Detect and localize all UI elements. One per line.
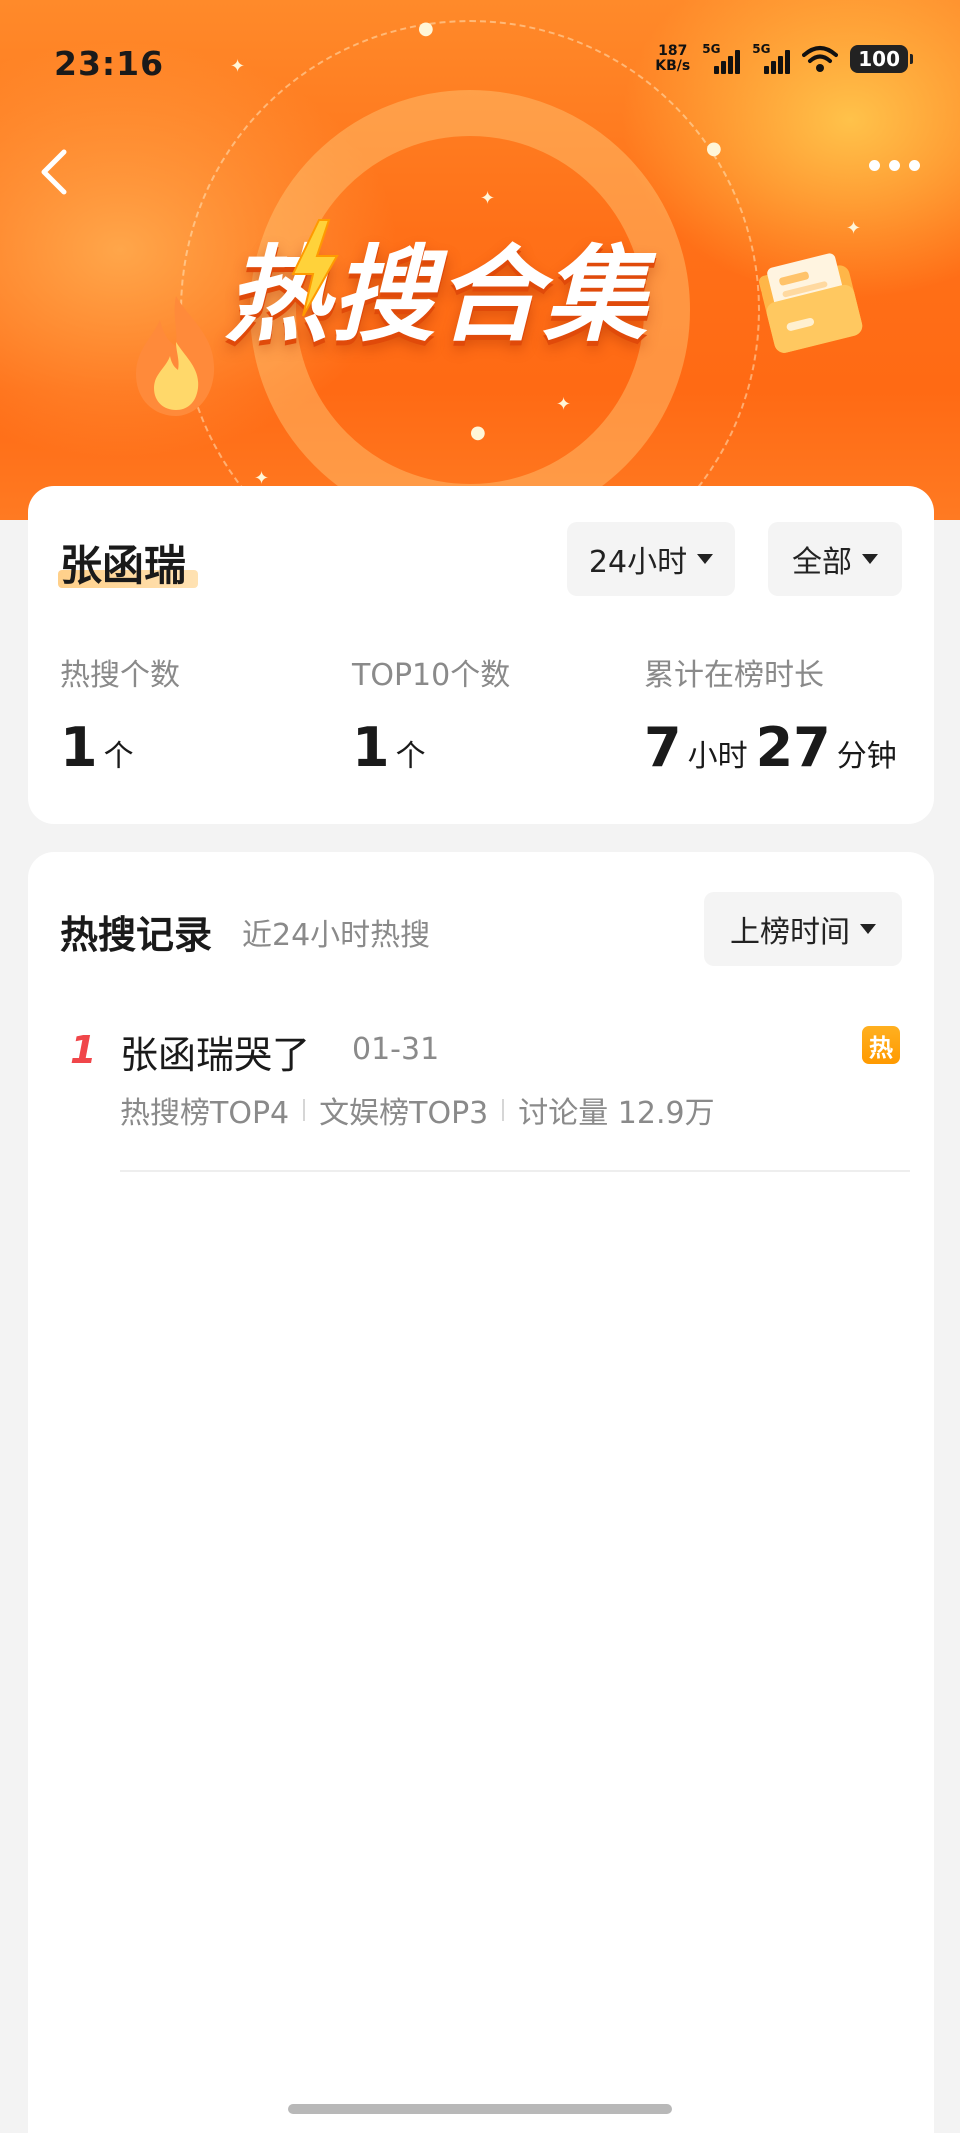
- signal-label: 5G: [702, 42, 721, 56]
- category-filter-label: 全部: [792, 545, 852, 580]
- stat-minutes-unit: 分钟: [836, 739, 897, 774]
- summary-card: 张函瑞 24小时 全部 热搜个数 1 个 TOP10个数 1 个 累计在榜时长 …: [28, 486, 934, 824]
- hero-banner: ✦ ● ✦ ● ✦ ✦ ✦ ● 23:16 187 KB/s 5G 5G 100…: [0, 0, 960, 520]
- time-filter-dropdown[interactable]: 24小时: [567, 522, 735, 596]
- stat-total-duration: 累计在榜时长 7 小时 27 分钟: [644, 650, 905, 779]
- sparkle-icon: ✦: [846, 218, 862, 239]
- signal-label: 5G: [752, 42, 771, 56]
- hot-badge: 热: [862, 1026, 900, 1064]
- divider: [502, 1099, 505, 1121]
- sparkle-icon: ✦: [480, 188, 496, 209]
- stat-value: 1: [60, 716, 98, 779]
- record-hot-rank: 热搜榜TOP4: [120, 1096, 290, 1131]
- record-date: 01-31: [352, 1032, 440, 1067]
- home-indicator[interactable]: [288, 2104, 672, 2114]
- network-speed-value: 187: [658, 43, 688, 59]
- sort-dropdown[interactable]: 上榜时间: [704, 892, 902, 966]
- status-icons: 187 KB/s 5G 5G 100: [655, 42, 913, 74]
- signal-icon: 5G: [752, 42, 791, 74]
- fire-icon: [136, 296, 215, 416]
- lightning-icon: [291, 219, 339, 317]
- stat-hours: 7: [644, 716, 682, 779]
- back-button[interactable]: [34, 146, 74, 198]
- stat-minutes: 27: [755, 716, 831, 779]
- stat-label: 累计在榜时长: [644, 658, 824, 693]
- records-subtitle: 近24小时热搜: [242, 918, 431, 953]
- battery-icon: 100: [850, 45, 913, 73]
- record-ent-rank: 文娱榜TOP3: [319, 1096, 489, 1131]
- divider: [120, 1170, 910, 1172]
- sort-label: 上榜时间: [730, 915, 850, 950]
- stat-top10-count: TOP10个数 1 个: [352, 650, 510, 779]
- network-speed: 187 KB/s: [655, 44, 690, 74]
- records-title: 热搜记录: [60, 913, 213, 957]
- stat-hours-unit: 小时: [687, 739, 748, 774]
- record-discussion-count: 讨论量 12.9万: [518, 1096, 715, 1131]
- sparkle-icon: ●: [470, 422, 486, 443]
- record-meta: 热搜榜TOP4 文娱榜TOP3 讨论量 12.9万: [120, 1088, 715, 1132]
- person-name: 张函瑞: [60, 541, 187, 590]
- caret-down-icon: [697, 554, 714, 564]
- more-options-button[interactable]: [869, 160, 920, 171]
- stat-hot-count: 热搜个数 1 个: [60, 650, 180, 779]
- sparkle-icon: ●: [706, 138, 722, 159]
- records-card: 热搜记录 近24小时热搜 上榜时间 1 张函瑞哭了 01-31 热 热搜榜TOP…: [28, 852, 934, 2133]
- network-speed-unit: KB/s: [655, 58, 691, 74]
- caret-down-icon: [860, 924, 876, 934]
- sparkle-icon: ✦: [230, 56, 246, 77]
- status-time: 23:16: [54, 44, 165, 83]
- record-rank: 1: [70, 1028, 97, 1072]
- category-filter-dropdown[interactable]: 全部: [768, 522, 902, 596]
- stat-unit: 个: [103, 739, 134, 774]
- stat-label: TOP10个数: [352, 658, 511, 693]
- sparkle-icon: ✦: [556, 394, 572, 415]
- stat-unit: 个: [395, 739, 426, 774]
- stat-value: 1: [352, 716, 390, 779]
- record-title[interactable]: 张函瑞哭了: [120, 1024, 310, 1079]
- caret-down-icon: [862, 554, 878, 564]
- divider: [303, 1099, 306, 1121]
- sparkle-icon: ●: [418, 18, 434, 39]
- time-filter-label: 24小时: [588, 545, 688, 580]
- folder-icon: [758, 253, 863, 353]
- wifi-icon: [802, 46, 839, 72]
- signal-icon: 5G: [702, 42, 741, 74]
- stat-label: 热搜个数: [60, 658, 180, 693]
